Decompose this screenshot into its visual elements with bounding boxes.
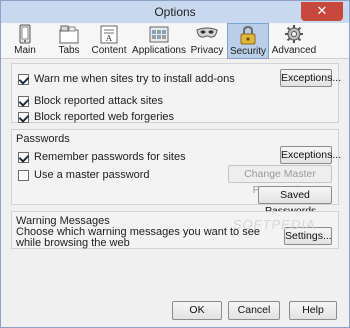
addons-exceptions-button[interactable]: Exceptions... xyxy=(280,69,341,87)
saved-passwords-button[interactable]: Saved Passwords... xyxy=(258,186,332,217)
tabs-icon xyxy=(59,25,79,44)
padlock-icon xyxy=(240,25,256,45)
tab-tabs-label: Tabs xyxy=(58,45,80,56)
tab-content[interactable]: A Content xyxy=(89,23,129,59)
passwords-group-title: Passwords xyxy=(16,133,70,145)
passwords-group: Passwords Remember passwords for sites E… xyxy=(11,129,341,217)
svg-text:A: A xyxy=(105,34,112,43)
tab-applications-label: Applications xyxy=(132,45,186,56)
applications-icon xyxy=(149,26,169,43)
gear-icon xyxy=(285,25,303,43)
options-toolbar: Main Tabs A Content Applications Privacy… xyxy=(1,23,349,59)
cancel-button[interactable]: Cancel xyxy=(228,301,280,320)
title-bar[interactable]: Options ✕ xyxy=(1,1,349,23)
tab-security-label: Security xyxy=(229,46,267,57)
master-password-label: Use a master password xyxy=(34,169,150,182)
remember-passwords-label: Remember passwords for sites xyxy=(34,151,186,164)
ok-button[interactable]: OK xyxy=(172,301,222,320)
block-forgeries-checkbox[interactable] xyxy=(18,111,29,123)
window-title: Options xyxy=(154,5,196,19)
tab-security[interactable]: Security xyxy=(227,23,269,59)
remember-passwords-row[interactable]: Remember passwords for sites xyxy=(18,150,186,164)
tab-main[interactable]: Main xyxy=(5,23,45,59)
close-button[interactable]: ✕ xyxy=(301,2,343,21)
passwords-exceptions-button[interactable]: Exceptions... xyxy=(280,146,341,164)
softpedia-watermark: SOFTPEDIA xyxy=(231,217,318,232)
content-icon: A xyxy=(100,25,118,44)
help-button[interactable]: Help xyxy=(289,301,337,320)
block-forgeries-label: Block reported web forgeries xyxy=(34,111,175,124)
addons-security-group: Warn me when sites try to install add-on… xyxy=(11,63,341,124)
warn-addons-row[interactable]: Warn me when sites try to install add-on… xyxy=(18,72,235,86)
tab-advanced-label: Advanced xyxy=(271,45,317,56)
remember-passwords-checkbox[interactable] xyxy=(18,151,29,163)
tab-content-label: Content xyxy=(91,45,127,56)
block-forgeries-row[interactable]: Block reported web forgeries xyxy=(18,110,174,124)
tab-privacy-label: Privacy xyxy=(190,45,224,56)
options-window: Options ✕ Main Tabs A Content Applicatio… xyxy=(0,0,350,328)
master-password-row[interactable]: Use a master password xyxy=(18,168,150,182)
warn-addons-checkbox[interactable] xyxy=(18,73,29,85)
tab-advanced[interactable]: Advanced xyxy=(271,23,317,59)
change-master-password-button[interactable]: Change Master Password... xyxy=(228,165,332,196)
block-attack-row[interactable]: Block reported attack sites xyxy=(18,94,163,108)
privacy-mask-icon xyxy=(196,27,218,38)
tab-privacy[interactable]: Privacy xyxy=(189,23,225,59)
tab-main-label: Main xyxy=(14,45,36,56)
warn-addons-label: Warn me when sites try to install add-on… xyxy=(34,73,235,86)
tab-tabs[interactable]: Tabs xyxy=(49,23,89,59)
block-attack-checkbox[interactable] xyxy=(18,95,29,107)
master-password-checkbox[interactable] xyxy=(18,169,29,181)
block-attack-label: Block reported attack sites xyxy=(34,95,164,108)
main-icon xyxy=(19,24,31,44)
tab-applications[interactable]: Applications xyxy=(131,23,187,59)
